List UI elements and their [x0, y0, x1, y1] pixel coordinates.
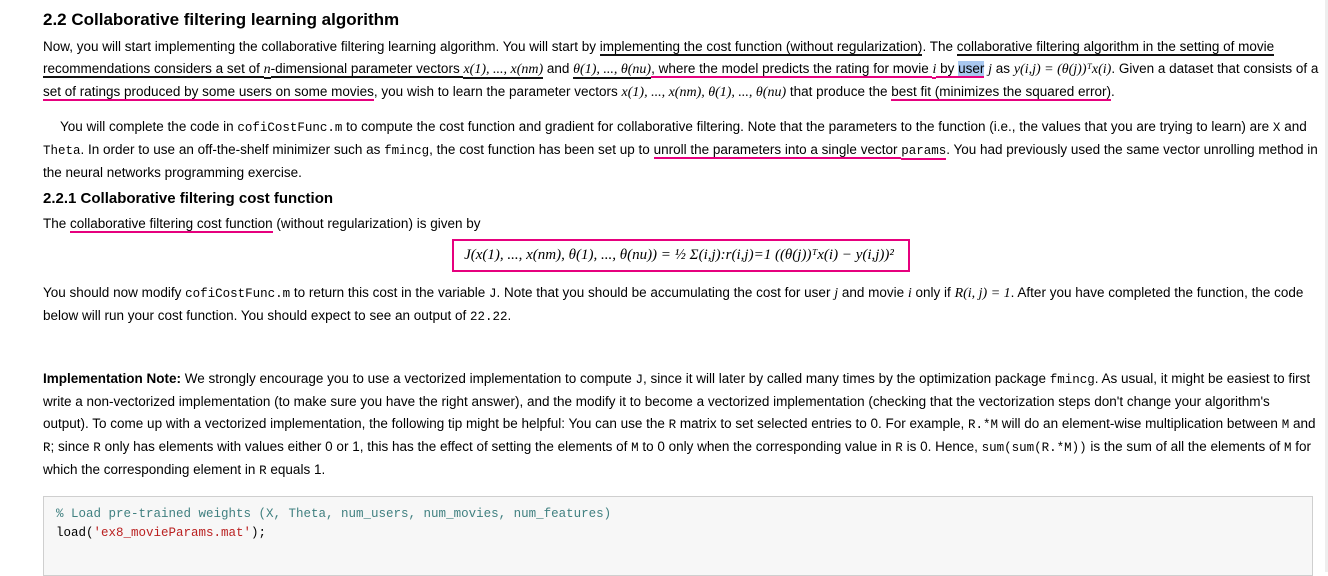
text: and — [1289, 416, 1316, 431]
code-r: R — [43, 441, 51, 455]
code-r: R — [895, 441, 903, 455]
text: You will complete the code in — [60, 119, 238, 134]
math-prediction: y(i,j) = (θ(j))ᵀx(i) — [1013, 62, 1112, 77]
text: We strongly encourage you to use a vecto… — [181, 371, 636, 386]
text: and movie — [838, 285, 908, 300]
code-j: J — [635, 373, 644, 387]
math-condition: R(i, j) = 1 — [954, 286, 1011, 301]
text: only if — [911, 285, 955, 300]
code-m: M — [631, 441, 639, 455]
text: matrix to set selected entries to 0. For… — [676, 416, 969, 431]
text: will do an element-wise multiplication b… — [998, 416, 1282, 431]
code-filename: cofiCostFunc.m — [237, 121, 343, 135]
code-params: params — [901, 144, 947, 160]
code-comment: % Load pre-trained weights (X, Theta, nu… — [56, 507, 612, 521]
underlined-phrase: implementing the cost function (without … — [599, 39, 923, 56]
text: to return this cost in the variable — [290, 285, 489, 300]
text: . — [507, 308, 512, 323]
text: (without regularization) is given by — [272, 216, 481, 231]
subsection-title: 2.2.1 Collaborative filtering cost funct… — [43, 190, 334, 207]
code-string: 'ex8_movieParams.mat' — [93, 526, 252, 540]
code-r: R — [93, 441, 101, 455]
underlined-phrase: set of ratings produced by some users on… — [43, 84, 374, 101]
code-r: R — [259, 464, 267, 478]
text: . Note that you should be accumulating t… — [496, 285, 835, 300]
intro-paragraph: Now, you will start implementing the col… — [43, 36, 1319, 104]
underlined-phrase: by — [936, 61, 959, 78]
modify-paragraph: You should now modify cofiCostFunc.m to … — [43, 282, 1319, 328]
text: equals 1. — [266, 462, 326, 477]
code-filename: cofiCostFunc.m — [185, 287, 291, 301]
text: . Given a dataset that consists of a — [1111, 61, 1319, 76]
code-line-2: load('ex8_movieParams.mat'); — [56, 524, 1300, 543]
code-j: J — [488, 287, 497, 301]
underlined-phrase: , where the model predicts the rating fo… — [651, 61, 933, 78]
notebook-page: 2.2 Collaborative filtering learning alg… — [0, 0, 1328, 576]
text: . — [1111, 84, 1115, 99]
text: The — [43, 216, 71, 231]
text: to compute the cost function and gradien… — [342, 119, 1273, 134]
math-theta-vectors: θ(1), ..., θ(nu) — [573, 62, 652, 79]
text: only has elements with values either 0 o… — [100, 439, 632, 454]
text: that produce the — [786, 84, 892, 99]
text: , the cost function has been set up to — [429, 142, 654, 157]
code-rm: R.*M — [968, 418, 999, 432]
cost-intro-paragraph: The collaborative filtering cost functio… — [43, 213, 1319, 235]
text: . In order to use an off-the-shelf minim… — [80, 142, 385, 157]
selected-word[interactable]: user — [958, 61, 985, 78]
expected-output: 22.22 — [470, 310, 508, 324]
code-line-1: % Load pre-trained weights (X, Theta, nu… — [56, 505, 1300, 524]
code-theta: Theta — [43, 144, 81, 158]
code-punct: ); — [251, 526, 267, 540]
math-n: n — [263, 62, 271, 79]
code-fmincg: fmincg — [384, 144, 430, 158]
markdown-cell: 2.2 Collaborative filtering learning alg… — [43, 6, 1319, 576]
note-label: Implementation Note: — [43, 371, 182, 386]
code-fmincg: fmincg — [1049, 373, 1095, 387]
text: is the sum of all the elements of — [1086, 439, 1284, 454]
text: and — [1280, 119, 1307, 134]
text: as — [992, 61, 1014, 76]
formula-row: J(x(1), ..., x(nm), θ(1), ..., θ(nu)) = … — [43, 239, 1319, 272]
underlined-phrase: unroll the parameters into a single vect… — [653, 142, 902, 159]
text: , since it will later by called many tim… — [643, 371, 1050, 386]
math-param-vectors: x(1), ..., x(nm), θ(1), ..., θ(nu) — [621, 85, 787, 100]
code-m: M — [1284, 441, 1292, 455]
cost-formula: J(x(1), ..., x(nm), θ(1), ..., θ(nu)) = … — [452, 239, 910, 272]
code-function: load( — [56, 526, 94, 540]
math-x-vectors: x(1), ..., x(nm) — [463, 62, 544, 79]
text: You should now modify — [43, 285, 186, 300]
text: to 0 only when the corresponding value i… — [638, 439, 896, 454]
text: is 0. Hence, — [902, 439, 982, 454]
implementation-note: Implementation Note: We strongly encoura… — [43, 368, 1319, 482]
underlined-phrase: collaborative filtering cost function — [70, 216, 273, 233]
section-title: 2.2 Collaborative filtering learning alg… — [43, 10, 400, 29]
text: ; since — [50, 439, 94, 454]
underlined-phrase: best fit (minimizes the squared error) — [891, 84, 1112, 101]
cofi-paragraph: You will complete the code in cofiCostFu… — [43, 116, 1319, 184]
text: , you wish to learn the parameter vector… — [373, 84, 622, 99]
underlined-phrase: -dimensional parameter vectors — [270, 61, 464, 78]
code-cell[interactable]: % Load pre-trained weights (X, Theta, nu… — [43, 496, 1313, 576]
code-sum: sum(sum(R.*M)) — [981, 441, 1087, 455]
text: and — [543, 61, 574, 76]
text: . The — [922, 39, 957, 54]
text: Now, you will start implementing the col… — [43, 39, 600, 54]
